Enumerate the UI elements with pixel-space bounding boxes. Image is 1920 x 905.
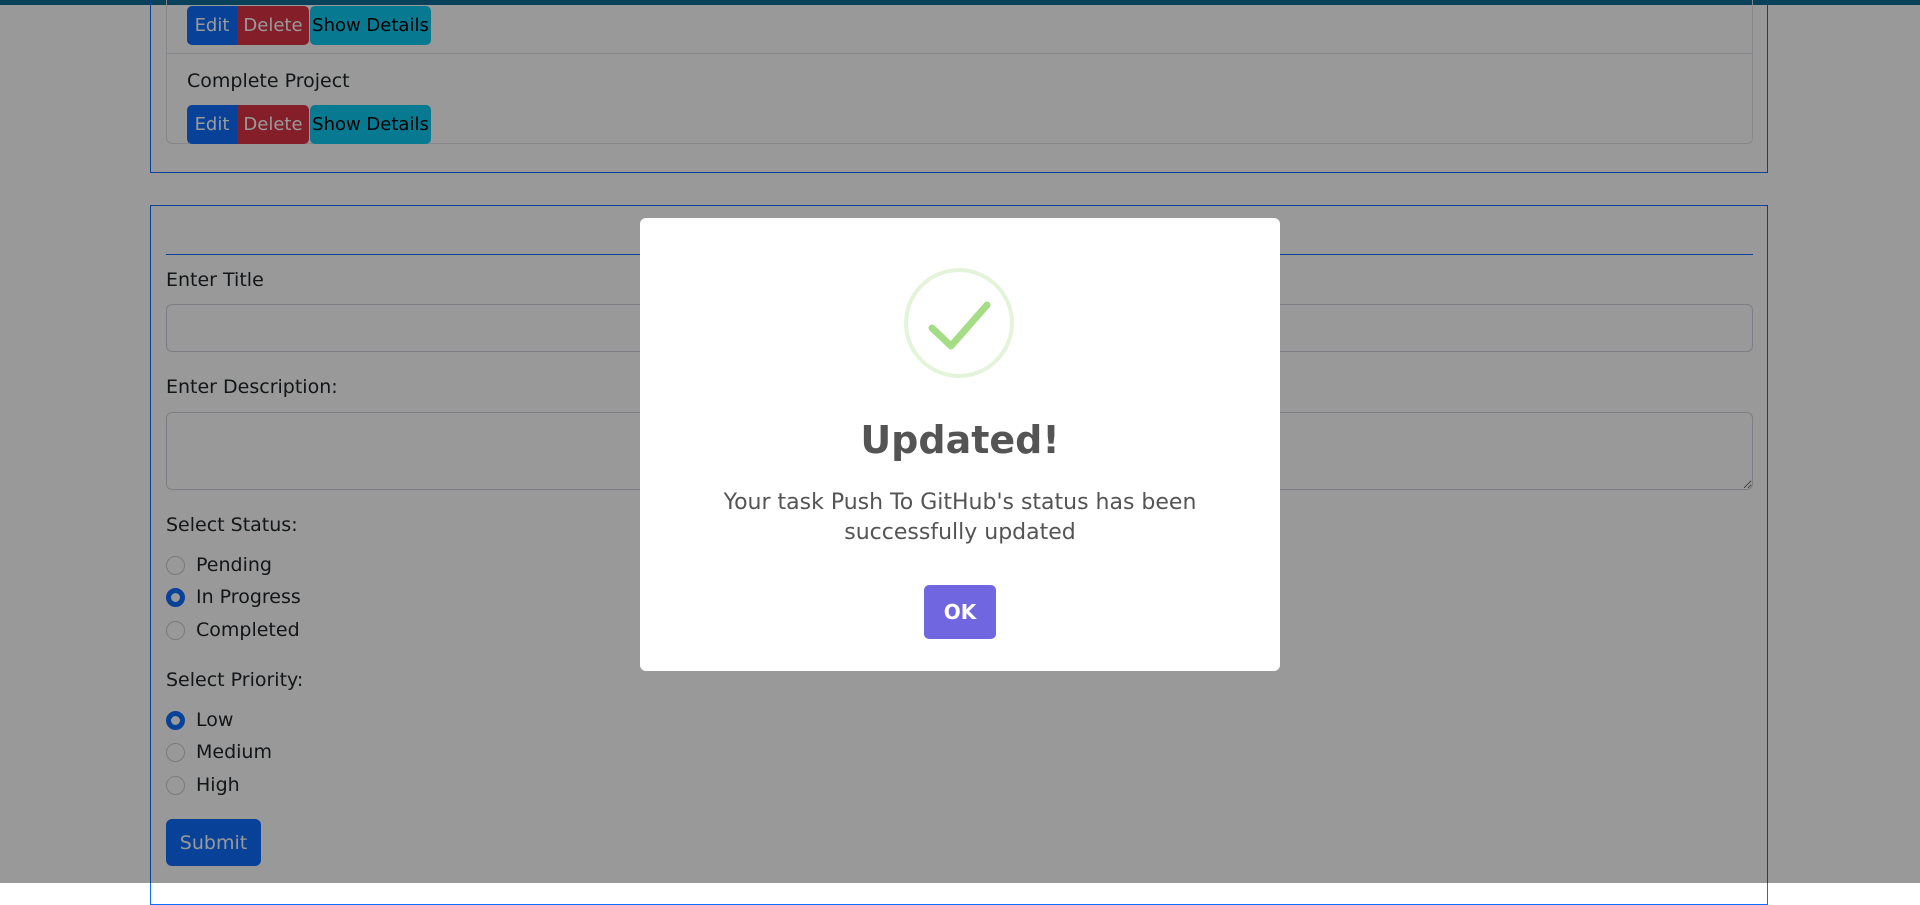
ok-button[interactable]: OK bbox=[924, 585, 996, 639]
success-check-icon bbox=[904, 268, 1014, 378]
dialog-message: Your task Push To GitHub's status has be… bbox=[723, 490, 1197, 545]
dialog-title: Updated! bbox=[860, 418, 1060, 462]
success-dialog: Updated! Your task Push To GitHub's stat… bbox=[640, 218, 1280, 671]
